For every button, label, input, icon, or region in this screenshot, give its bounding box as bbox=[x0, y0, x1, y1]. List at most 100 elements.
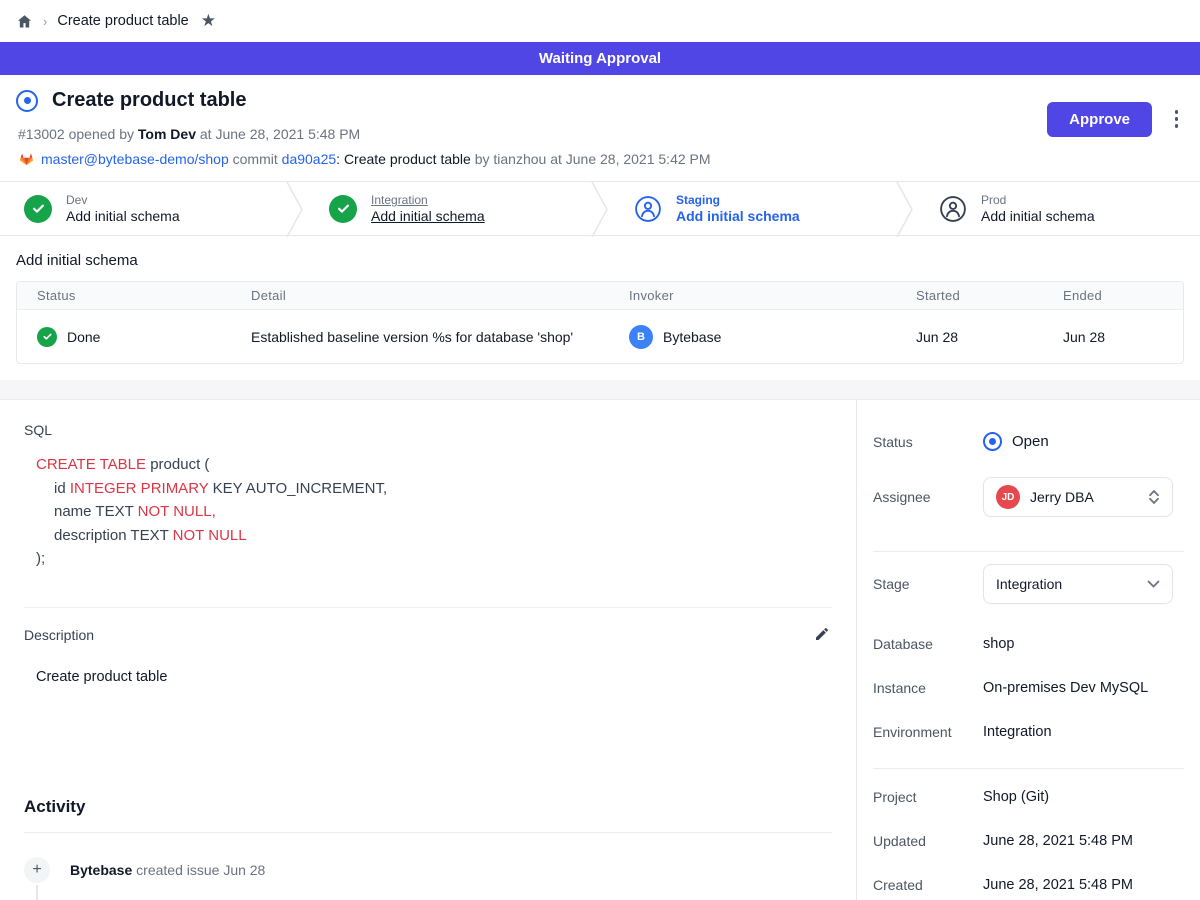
assignee-avatar: JD bbox=[996, 485, 1020, 509]
sql-line: description TEXT NOT NULL bbox=[36, 524, 832, 548]
task-table-row[interactable]: Done Established baseline version %s for… bbox=[17, 310, 1183, 363]
assignee-row: Assignee JD Jerry DBA bbox=[873, 477, 1184, 517]
issue-author: Tom Dev bbox=[138, 126, 196, 142]
database-label: Database bbox=[873, 636, 983, 652]
approval-banner: Waiting Approval bbox=[0, 42, 1200, 75]
database-row: Database shop bbox=[873, 636, 1184, 652]
section-gap bbox=[0, 380, 1200, 400]
assignee-select[interactable]: JD Jerry DBA bbox=[983, 477, 1173, 517]
person-circle-icon bbox=[939, 195, 967, 223]
instance-row: Instance On-premises Dev MySQL bbox=[873, 680, 1184, 696]
stage-env-label: Integration bbox=[371, 193, 485, 207]
commit-word: commit bbox=[233, 151, 278, 167]
approval-banner-text: Waiting Approval bbox=[539, 50, 661, 67]
home-icon[interactable] bbox=[16, 13, 33, 30]
issue-main-panel: SQL CREATE TABLE product ( id INTEGER PR… bbox=[0, 400, 857, 900]
stage-integration[interactable]: IntegrationAdd initial schema bbox=[305, 182, 590, 235]
issue-meta-prefix: #13002 opened by bbox=[18, 126, 138, 142]
updown-chevron-icon bbox=[1148, 489, 1160, 505]
task-table: Status Detail Invoker Started Ended Done… bbox=[16, 281, 1184, 364]
issue-open-icon bbox=[16, 90, 38, 112]
check-circle-icon bbox=[329, 195, 357, 223]
project-row: Project Shop (Git) bbox=[873, 789, 1184, 805]
divider bbox=[873, 551, 1184, 552]
divider bbox=[24, 832, 832, 833]
stage-value: Integration bbox=[996, 576, 1137, 592]
task-detail: Established baseline version %s for data… bbox=[231, 310, 609, 363]
description-text: Create product table bbox=[36, 669, 832, 685]
task-status: Done bbox=[67, 329, 100, 345]
updated-row: Updated June 28, 2021 5:48 PM bbox=[873, 833, 1184, 849]
status-row: Status Open bbox=[873, 432, 1184, 451]
created-value: June 28, 2021 5:48 PM bbox=[983, 877, 1184, 893]
star-icon[interactable]: ★ bbox=[201, 11, 216, 31]
column-started: Started bbox=[896, 282, 1043, 309]
stage-task-label: Add initial schema bbox=[676, 208, 800, 224]
sql-code-block[interactable]: CREATE TABLE product ( id INTEGER PRIMAR… bbox=[36, 453, 832, 571]
task-section: Add initial schema Status Detail Invoker… bbox=[0, 236, 1200, 364]
gitlab-icon bbox=[18, 151, 35, 167]
assignee-value: Jerry DBA bbox=[1030, 489, 1138, 505]
stage-env-label: Dev bbox=[66, 193, 180, 207]
approve-button[interactable]: Approve bbox=[1047, 102, 1152, 137]
task-started: Jun 28 bbox=[896, 310, 1043, 363]
edit-description-button[interactable] bbox=[812, 624, 832, 647]
stage-separator bbox=[895, 182, 915, 237]
activity-entry: + Bytebase created issue Jun 28 bbox=[24, 857, 832, 883]
stage-separator bbox=[285, 182, 305, 237]
assignee-label: Assignee bbox=[873, 489, 983, 505]
status-value: Open bbox=[1012, 433, 1049, 450]
chevron-down-icon bbox=[1147, 580, 1160, 589]
issue-meta-suffix: at June 28, 2021 5:48 PM bbox=[196, 126, 360, 142]
stage-task-label: Add initial schema bbox=[371, 208, 485, 224]
column-invoker: Invoker bbox=[609, 282, 896, 309]
task-table-header: Status Detail Invoker Started Ended bbox=[17, 282, 1183, 310]
column-status: Status bbox=[17, 282, 231, 309]
done-check-icon bbox=[37, 327, 57, 347]
created-label: Created bbox=[873, 877, 983, 893]
updated-value: June 28, 2021 5:48 PM bbox=[983, 833, 1184, 849]
more-actions-button[interactable] bbox=[1175, 110, 1179, 128]
stage-task-label: Add initial schema bbox=[981, 208, 1095, 224]
environment-value: Integration bbox=[983, 724, 1184, 740]
breadcrumb: › Create product table ★ bbox=[0, 0, 1200, 42]
divider bbox=[24, 607, 832, 608]
task-section-title: Add initial schema bbox=[16, 252, 1184, 269]
stage-staging[interactable]: StagingAdd initial schema bbox=[610, 182, 895, 235]
pipeline-stages: DevAdd initial schema IntegrationAdd ini… bbox=[0, 181, 1200, 236]
sql-line: name TEXT NOT NULL, bbox=[36, 500, 832, 524]
commit-suffix: by tianzhou at June 28, 2021 5:42 PM bbox=[471, 151, 711, 167]
created-row: Created June 28, 2021 5:48 PM bbox=[873, 877, 1184, 893]
environment-label: Environment bbox=[873, 724, 983, 740]
branch-repo-link[interactable]: master@bytebase-demo/shop bbox=[41, 151, 229, 167]
column-detail: Detail bbox=[231, 282, 609, 309]
task-ended: Jun 28 bbox=[1043, 310, 1183, 363]
person-circle-icon bbox=[634, 195, 662, 223]
stage-select[interactable]: Integration bbox=[983, 564, 1173, 604]
commit-row: master@bytebase-demo/shop commit da90a25… bbox=[18, 151, 1184, 167]
stage-prod[interactable]: ProdAdd initial schema bbox=[915, 182, 1200, 235]
project-value[interactable]: Shop (Git) bbox=[983, 789, 1184, 805]
activity-actor: Bytebase bbox=[70, 862, 132, 878]
instance-label: Instance bbox=[873, 680, 983, 696]
activity-action: created issue Jun 28 bbox=[132, 862, 265, 878]
description-label: Description bbox=[24, 627, 94, 643]
stage-row: Stage Integration bbox=[873, 564, 1184, 604]
issue-header: Create product table #13002 opened by To… bbox=[0, 75, 1200, 181]
commit-message: : Create product table bbox=[336, 151, 471, 167]
stage-separator bbox=[590, 182, 610, 237]
status-open-icon bbox=[983, 432, 1002, 451]
timeline-line bbox=[36, 885, 38, 900]
commit-hash-link[interactable]: da90a25 bbox=[282, 151, 337, 167]
task-invoker: Bytebase bbox=[663, 329, 721, 345]
issue-sidebar: Status Open Assignee JD Jerry DBA Stage … bbox=[857, 400, 1200, 900]
stage-label: Stage bbox=[873, 576, 983, 592]
invoker-avatar: B bbox=[629, 325, 653, 349]
stage-dev[interactable]: DevAdd initial schema bbox=[0, 182, 285, 235]
breadcrumb-title[interactable]: Create product table bbox=[57, 13, 188, 29]
divider bbox=[873, 768, 1184, 769]
check-circle-icon bbox=[24, 195, 52, 223]
sql-section-label: SQL bbox=[24, 422, 832, 438]
chevron-right-icon: › bbox=[43, 14, 47, 29]
sql-line: CREATE TABLE product ( bbox=[36, 453, 832, 477]
